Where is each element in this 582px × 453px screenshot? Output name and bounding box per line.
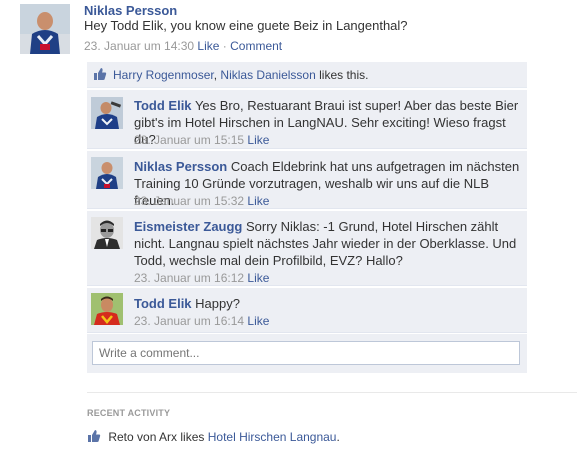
likes-suffix: likes this. bbox=[319, 68, 369, 82]
comment-item: Todd Elik Happy? 23. Januar um 16:14 Lik… bbox=[87, 288, 527, 333]
likes-comma: , bbox=[213, 68, 218, 82]
comment-author[interactable]: Eismeister Zaugg bbox=[134, 219, 242, 234]
comment-author[interactable]: Niklas Persson bbox=[134, 159, 227, 174]
comment-like-button[interactable]: Like bbox=[247, 194, 269, 208]
avatar[interactable] bbox=[20, 4, 70, 54]
comment-text: Happy? bbox=[195, 296, 240, 311]
post-text: Hey Todd Elik, you know eine guete Beiz … bbox=[84, 18, 408, 33]
comment-item: Eismeister Zaugg Sorry Niklas: -1 Grund,… bbox=[87, 211, 527, 286]
recent-activity-title: RECENT ACTIVITY bbox=[87, 408, 171, 418]
recent-period: . bbox=[336, 430, 340, 444]
meta-separator: · bbox=[222, 39, 227, 53]
comment-timestamp[interactable]: 23. Januar um 15:15 bbox=[134, 133, 244, 147]
thumbs-up-icon bbox=[93, 67, 107, 84]
comment-author[interactable]: Todd Elik bbox=[134, 98, 192, 113]
recent-page-link[interactable]: Hotel Hirschen Langnau bbox=[208, 430, 337, 444]
avatar[interactable] bbox=[91, 97, 123, 129]
likes-summary: Harry Rogenmoser, Niklas Danielsson like… bbox=[87, 62, 527, 88]
recent-actor: Reto von Arx likes bbox=[108, 430, 205, 444]
comment-button[interactable]: Comment bbox=[230, 39, 282, 53]
avatar[interactable] bbox=[91, 217, 123, 249]
like-button[interactable]: Like bbox=[197, 39, 219, 53]
post-meta: 23. Januar um 14:30 Like · Comment bbox=[84, 39, 282, 53]
post-timestamp[interactable]: 23. Januar um 14:30 bbox=[84, 39, 194, 53]
comment-item: Niklas Persson Coach Eldebrink hat uns a… bbox=[87, 151, 527, 209]
comment-input[interactable] bbox=[92, 341, 520, 365]
post-author[interactable]: Niklas Persson bbox=[84, 3, 177, 18]
liker-link-1[interactable]: Harry Rogenmoser bbox=[113, 68, 214, 82]
thumbs-up-icon bbox=[87, 429, 101, 446]
comment-item: Todd Elik Yes Bro, Restuarant Braui ist … bbox=[87, 90, 527, 149]
liker-link-2[interactable]: Niklas Danielsson bbox=[220, 68, 315, 82]
comment-like-button[interactable]: Like bbox=[247, 271, 269, 285]
recent-activity-item: Reto von Arx likes Hotel Hirschen Langna… bbox=[87, 429, 340, 446]
avatar[interactable] bbox=[91, 293, 123, 325]
comment-like-button[interactable]: Like bbox=[247, 133, 269, 147]
comment-timestamp[interactable]: 23. Januar um 15:32 bbox=[134, 194, 244, 208]
comment-timestamp[interactable]: 23. Januar um 16:12 bbox=[134, 271, 244, 285]
comment-timestamp[interactable]: 23. Januar um 16:14 bbox=[134, 314, 244, 328]
avatar[interactable] bbox=[91, 157, 123, 189]
divider bbox=[87, 392, 577, 393]
comment-like-button[interactable]: Like bbox=[247, 314, 269, 328]
comment-author[interactable]: Todd Elik bbox=[134, 296, 192, 311]
